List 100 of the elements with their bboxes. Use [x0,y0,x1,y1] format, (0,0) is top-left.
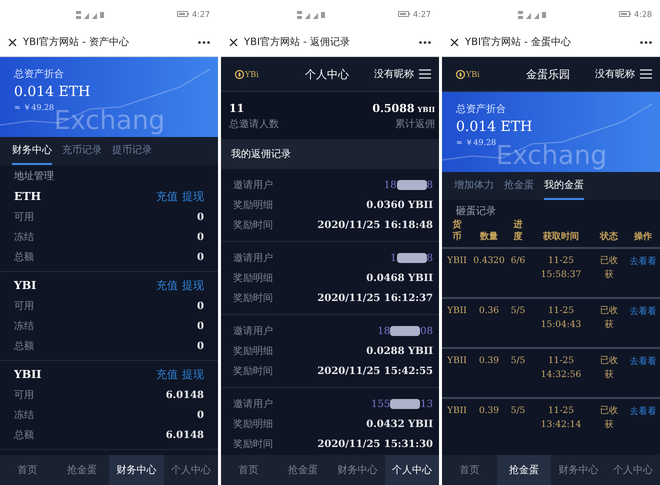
balance-value: 0 [197,232,204,242]
table-cell-text: 0.36 [478,305,500,318]
action-link[interactable]: 提现 [182,278,204,292]
record-label: 奖励时间 [233,292,273,305]
record-label: 邀请用户 [233,398,273,411]
close-icon [450,38,459,46]
balance-label: 总额 [14,250,34,264]
nav-item[interactable]: 首页 [221,455,276,485]
record-label: 奖励时间 [233,218,273,232]
record-value: 2020/11/25 15:31:30 [317,438,433,450]
table-cell-text: YBII [446,255,468,268]
nickname: 没有昵称 [374,68,414,81]
nav-item[interactable]: 个人中心 [384,455,439,485]
nav-item[interactable]: 财务中心 [109,455,164,485]
view-link[interactable]: 去看看 [630,305,656,318]
section-title: 我的返佣记录 [221,139,439,169]
action-link[interactable]: 充值 [156,366,178,382]
stat-value: 0.5088 [372,102,415,115]
view-link[interactable]: 去看看 [630,255,656,268]
record-label: 奖励明细 [233,345,273,358]
page-heading: 个人中心 [305,66,350,82]
blur-mark [396,180,427,190]
battery-icon [619,11,632,17]
balance-value: 0 [197,340,204,352]
table-cell-text: 已收获 [600,405,618,432]
battery-icon [177,11,190,17]
balance-label: 总额 [14,428,34,442]
column-header: 获取时间 [542,230,580,244]
action-link[interactable]: 充值 [156,188,178,204]
more-icon [419,40,431,44]
nav-item[interactable]: 财务中心 [330,455,384,485]
tab[interactable]: 我的金蛋 [544,172,584,200]
logo-text: YBi [466,70,480,78]
action-link[interactable]: 提现 [182,366,204,382]
phone-start: 1 [390,252,397,264]
balance-value: 6.0148 [166,390,204,400]
coin-name: ETH [14,190,41,202]
logo-text: YBi [245,70,259,78]
record-label: 奖励时间 [233,364,273,378]
signal-drawing [518,11,548,19]
balance-value: 0 [197,252,204,262]
asset-label: 总资产折合 [456,102,507,116]
more-icon [640,40,652,44]
phone-end: 13 [420,398,433,410]
menu-icon[interactable] [640,69,652,79]
nav-item[interactable]: 首页 [442,455,496,485]
phone-end: 8 [426,180,433,190]
phone-start: 18 [384,180,397,190]
balance-value: 0 [197,212,204,222]
status-time: 4:27 [192,10,210,18]
status-time: 4:27 [413,10,431,18]
asset-amount: 0.014 ETH [456,119,534,135]
table-cell-text: 5/5 [510,355,526,368]
nav-item[interactable]: 抢金蛋 [496,455,551,485]
table-cell-text: 已收获 [600,305,618,332]
view-link[interactable]: 去看看 [630,405,656,418]
record-link[interactable]: 砸蛋记录 [442,200,660,218]
action-link[interactable]: 充值 [156,278,178,292]
blur-mark [390,399,420,409]
table-cell-text: 6/6 [510,255,526,268]
battery-icon [398,11,410,17]
tab[interactable]: 抢金蛋 [504,172,534,200]
flame-coin-icon [235,70,244,78]
action-link[interactable]: 提现 [182,188,204,204]
nav-item[interactable]: 首页 [0,455,54,485]
art-text: Exchang [54,105,166,137]
nickname: 没有昵称 [595,68,635,81]
menu-icon[interactable] [419,69,431,79]
asset-fiat: ≈ ￥49.28 [14,102,56,113]
column-header: 状态 [598,230,619,244]
table-cell-text: 5/5 [510,405,526,418]
balance-label: 可用 [14,389,34,402]
nav-item[interactable]: 个人中心 [606,455,660,485]
balance-label: 冻结 [14,408,34,422]
table-cell-text: 0.39 [478,355,500,368]
page-heading: 金蛋乐园 [526,66,571,82]
balance-label: 总额 [14,340,34,353]
stat-value: 11 [229,102,244,115]
balance-label: 冻结 [14,320,34,333]
nav-item[interactable]: 抢金蛋 [276,455,330,485]
coin-name: YBII [14,368,42,380]
tab[interactable]: 提币记录 [112,137,152,165]
record-label: 邀请用户 [233,252,273,265]
tab[interactable]: 充币记录 [62,137,102,165]
table-cell-text: YBII [446,355,468,368]
table-cell-text: 已收获 [600,355,618,382]
nav-item[interactable]: 财务中心 [551,455,606,485]
tab[interactable]: 财务中心 [12,137,52,165]
record-label: 奖励明细 [233,272,273,285]
view-link[interactable]: 去看看 [630,355,656,368]
address-link[interactable]: 地址管理 [0,165,218,183]
table-cell-text: 已收获 [600,255,618,282]
stat-label: 总邀请人数 [229,118,279,131]
tab[interactable]: 增加体力 [454,172,494,200]
record-value: 2020/11/25 16:12:37 [317,292,433,304]
table-cell-text: 11-25 13:42:14 [540,405,582,432]
nav-item[interactable]: 个人中心 [164,455,218,485]
nav-item[interactable]: 抢金蛋 [54,455,109,485]
column-header: 操作 [633,230,653,244]
column-header: 进度 [514,220,522,244]
